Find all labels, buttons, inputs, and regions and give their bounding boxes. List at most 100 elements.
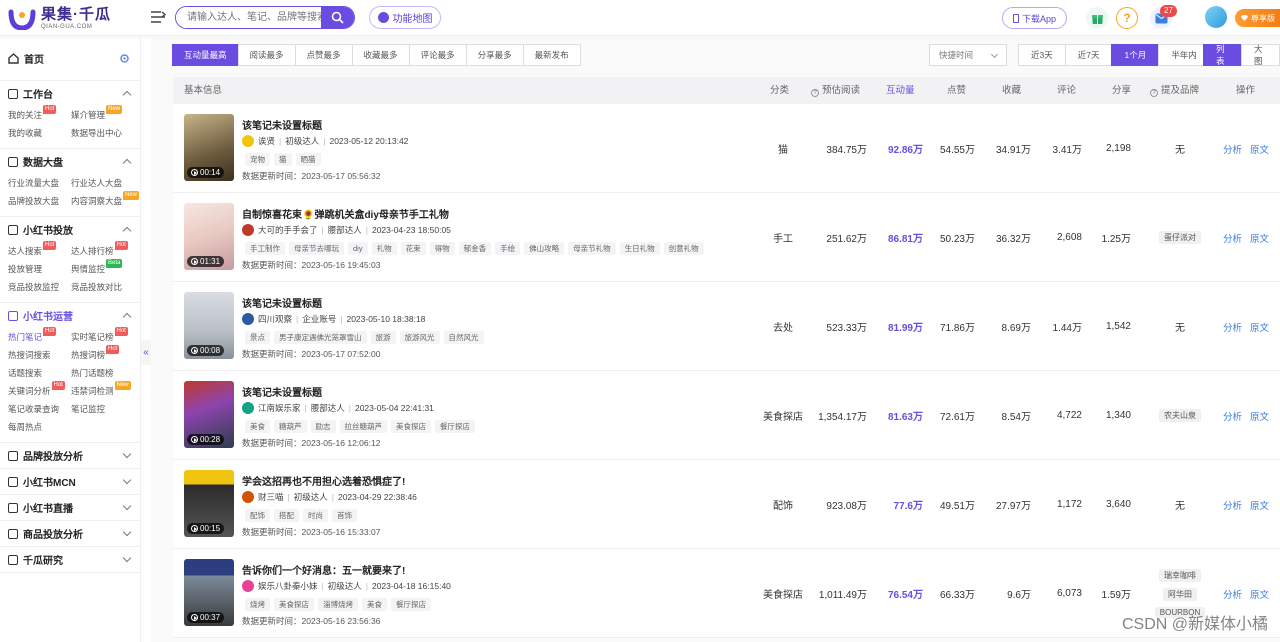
- sidebar-item[interactable]: 行业达人大盘: [71, 174, 140, 192]
- video-thumbnail[interactable]: 01:31: [184, 203, 234, 270]
- note-tag[interactable]: 美食: [362, 598, 387, 611]
- note-tag[interactable]: 花束: [400, 242, 426, 255]
- note-tag[interactable]: 淄博烧烤: [318, 598, 358, 611]
- sort-tab[interactable]: 收藏最多: [351, 44, 410, 66]
- note-title[interactable]: 学会这招再也不用担心选着恐惧症了!: [242, 473, 405, 488]
- sidebar-section-header[interactable]: 工作台: [0, 81, 140, 106]
- author-avatar[interactable]: [242, 313, 254, 325]
- note-tag[interactable]: 郁金香: [458, 242, 492, 255]
- sidebar-item[interactable]: 达人排行榜 Hot: [71, 241, 140, 260]
- note-tag[interactable]: 手绘: [495, 242, 521, 255]
- note-tag[interactable]: 佛山攻略: [524, 242, 565, 255]
- gift-icon[interactable]: [1086, 7, 1108, 29]
- video-thumbnail[interactable]: 00:28: [184, 381, 234, 448]
- note-tag[interactable]: 时尚: [303, 509, 328, 522]
- sort-tab[interactable]: 最新发布: [522, 44, 581, 66]
- note-tag[interactable]: 旅游风光: [399, 331, 440, 344]
- quick-time-select[interactable]: 快捷时间: [929, 44, 1007, 66]
- sidebar-home[interactable]: 首页: [0, 37, 140, 81]
- brand-pill[interactable]: 阿华田: [1163, 588, 1197, 601]
- sidebar-item[interactable]: 我的收藏: [8, 124, 71, 142]
- sidebar-item[interactable]: 每周热点: [8, 418, 71, 436]
- analyze-link[interactable]: 分析: [1223, 587, 1242, 601]
- note-tag[interactable]: 猫: [274, 153, 292, 166]
- view-tab[interactable]: 列表: [1203, 44, 1242, 66]
- note-tag[interactable]: 拉丝糖葫芦: [339, 420, 387, 433]
- menu-toggle-icon[interactable]: [150, 10, 167, 24]
- sidebar-item[interactable]: 我的关注 Hot: [8, 105, 71, 124]
- note-tag[interactable]: 晒猫: [295, 153, 321, 166]
- note-tag[interactable]: 母亲节去哪玩: [289, 242, 344, 255]
- logo[interactable]: 果集·千瓜 QIAN-GUA.COM: [8, 6, 111, 31]
- sidebar-item[interactable]: 热搜词搜索: [8, 346, 71, 364]
- original-link[interactable]: 原文: [1250, 320, 1269, 334]
- search-input[interactable]: [176, 7, 321, 28]
- vip-badge[interactable]: 尊享版: [1235, 9, 1280, 27]
- header-share[interactable]: 分享: [1112, 77, 1131, 104]
- sidebar-collapse-button[interactable]: «: [141, 340, 151, 365]
- sort-tab[interactable]: 点赞最多: [294, 44, 353, 66]
- original-link[interactable]: 原文: [1250, 409, 1269, 423]
- note-tag[interactable]: 餐厅探店: [435, 420, 475, 433]
- note-tag[interactable]: 生日礼物: [619, 242, 660, 255]
- brand-pill[interactable]: 蛋仔派对: [1159, 231, 1201, 244]
- sidebar-section-header[interactable]: 小红书MCN: [0, 469, 140, 494]
- note-tag[interactable]: 得物: [429, 242, 455, 255]
- brand-pill[interactable]: 农夫山泉: [1159, 409, 1201, 422]
- analyze-link[interactable]: 分析: [1223, 142, 1242, 156]
- author-avatar[interactable]: [242, 224, 254, 236]
- sidebar-item[interactable]: 热搜词榜 Hot: [71, 345, 140, 364]
- sidebar-item[interactable]: 品牌投放大盘: [8, 192, 71, 210]
- note-tag[interactable]: 配饰: [245, 509, 270, 522]
- note-tag[interactable]: 糖葫芦: [274, 420, 307, 433]
- function-map-button[interactable]: 功能地图: [369, 6, 441, 29]
- sort-tab[interactable]: 评论最多: [408, 44, 467, 66]
- sidebar-item[interactable]: 笔记收录查询: [8, 400, 71, 418]
- note-title[interactable]: 告诉你们一个好消息：五一就要来了!: [242, 562, 405, 577]
- author-avatar[interactable]: [242, 135, 254, 147]
- note-tag[interactable]: 母亲节礼物: [568, 242, 616, 255]
- search-button[interactable]: [321, 7, 354, 28]
- note-tag[interactable]: 美食: [245, 420, 270, 433]
- note-title[interactable]: 该笔记未设置标题: [242, 117, 322, 132]
- note-title[interactable]: 自制惊喜花束🌻弹跳机关盒diy母亲节手工礼物: [242, 206, 449, 221]
- author-name[interactable]: 大可的手手会了: [258, 224, 318, 236]
- author-name[interactable]: 诶贤: [258, 135, 275, 147]
- note-tag[interactable]: 烧烤: [245, 598, 270, 611]
- analyze-link[interactable]: 分析: [1223, 498, 1242, 512]
- original-link[interactable]: 原文: [1250, 498, 1269, 512]
- note-tag[interactable]: 礼物: [371, 242, 397, 255]
- sidebar-item[interactable]: 竞品投放监控: [8, 278, 71, 296]
- note-tag[interactable]: 创意礼物: [663, 242, 704, 255]
- range-tab[interactable]: 近7天: [1064, 44, 1113, 66]
- note-tag[interactable]: 餐厅探店: [391, 598, 431, 611]
- note-tag[interactable]: 手工制作: [245, 242, 285, 255]
- note-tag[interactable]: 自然风光: [443, 331, 484, 344]
- range-tab[interactable]: 半年内: [1158, 44, 1210, 66]
- author-name[interactable]: 四川观察: [258, 313, 292, 325]
- note-title[interactable]: 该笔记未设置标题: [242, 384, 322, 399]
- sort-tab[interactable]: 阅读最多: [237, 44, 296, 66]
- analyze-link[interactable]: 分析: [1223, 231, 1242, 245]
- original-link[interactable]: 原文: [1250, 587, 1269, 601]
- original-link[interactable]: 原文: [1250, 231, 1269, 245]
- help-icon[interactable]: ?: [1116, 7, 1138, 29]
- sidebar-section-header[interactable]: 千瓜研究: [0, 547, 140, 572]
- note-tag[interactable]: 美食探店: [274, 598, 314, 611]
- note-tag[interactable]: 景点: [245, 331, 270, 344]
- header-likes[interactable]: 点赞: [947, 77, 966, 104]
- analyze-link[interactable]: 分析: [1223, 409, 1242, 423]
- sort-tab[interactable]: 互动量最高: [172, 44, 239, 66]
- video-thumbnail[interactable]: 00:15: [184, 470, 234, 537]
- author-avatar[interactable]: [242, 402, 254, 414]
- note-tag[interactable]: 励志: [310, 420, 336, 433]
- author-name[interactable]: 财三喵: [258, 491, 284, 503]
- range-tab[interactable]: 1个月: [1111, 44, 1160, 66]
- author-avatar[interactable]: [242, 491, 254, 503]
- sidebar-section-header[interactable]: 小红书投放: [0, 217, 140, 242]
- sidebar-item[interactable]: 数据导出中心: [71, 124, 140, 142]
- sidebar-item[interactable]: 热门笔记 Hot: [8, 327, 71, 346]
- sidebar-item[interactable]: 内容洞察大盘 New: [71, 191, 140, 210]
- sidebar-item[interactable]: 热门话题榜: [71, 364, 140, 382]
- analyze-link[interactable]: 分析: [1223, 320, 1242, 334]
